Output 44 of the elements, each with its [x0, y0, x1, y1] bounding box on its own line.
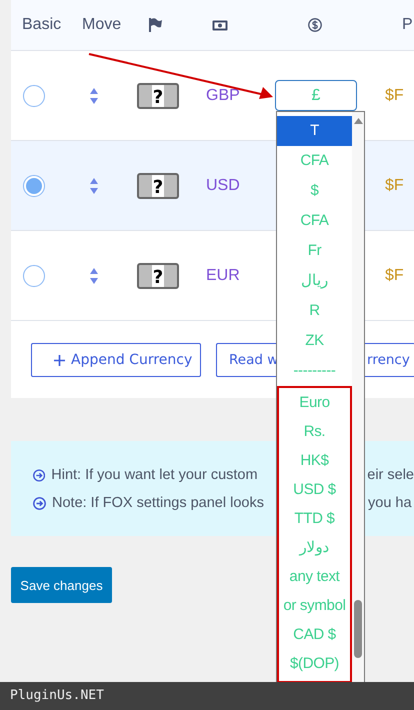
flag-placeholder-icon: ?: [137, 172, 179, 198]
currency-code: EUR: [206, 266, 240, 284]
table-cell: $F: [385, 266, 404, 284]
radio-button[interactable]: [23, 264, 45, 286]
dropdown-option[interactable]: or symbol: [279, 591, 350, 620]
flag-placeholder-icon: ?: [137, 82, 179, 108]
dropdown-option[interactable]: Euro: [279, 388, 350, 417]
currency-code: USD: [206, 176, 240, 194]
column-header: P: [402, 16, 413, 34]
append-currency-button[interactable]: Append Currency: [31, 343, 201, 377]
dropdown-option[interactable]: ---------: [277, 356, 352, 386]
dropdown-option[interactable]: T: [277, 116, 352, 146]
flag-icon: [148, 17, 162, 33]
currency-code: GBP: [206, 86, 240, 104]
scrollbar-thumb[interactable]: [354, 600, 362, 658]
plus-icon: [54, 354, 65, 366]
dropdown-option[interactable]: Rs.: [279, 417, 350, 446]
dollar-circle-icon: [308, 18, 322, 32]
column-header: Move: [82, 16, 122, 34]
scroll-up-icon: [354, 118, 362, 124]
banknote-icon: [212, 20, 228, 30]
dropdown-option[interactable]: any text: [279, 562, 350, 591]
dropdown-option[interactable]: Fr: [277, 236, 352, 266]
dropdown-option[interactable]: CAD $: [279, 620, 350, 649]
save-button[interactable]: Save changes: [11, 567, 112, 603]
column-header: Basic: [22, 16, 62, 34]
sort-handle-icon[interactable]: [90, 178, 98, 194]
sort-handle-icon[interactable]: [90, 88, 98, 104]
table-cell: $F: [385, 176, 404, 194]
radio-button[interactable]: [23, 174, 45, 196]
dropdown-option[interactable]: $(DOP): [279, 649, 350, 678]
dropdown-option[interactable]: CFA: [277, 146, 352, 176]
dropdown-option[interactable]: $: [277, 176, 352, 206]
dropdown-option[interactable]: ZK: [277, 326, 352, 356]
flag-placeholder-icon: ?: [137, 262, 179, 288]
dropdown-option[interactable]: دولار: [279, 533, 350, 562]
footer-text: PluginUs.NET: [0, 682, 414, 710]
dropdown-option[interactable]: ريال: [277, 266, 352, 296]
sort-handle-icon[interactable]: [90, 268, 98, 284]
radio-button[interactable]: [23, 84, 45, 106]
table-cell: $F: [385, 86, 404, 104]
dropdown-option[interactable]: R: [277, 296, 352, 326]
dropdown-option[interactable]: CFA: [277, 206, 352, 236]
symbol-select[interactable]: £: [275, 80, 357, 111]
